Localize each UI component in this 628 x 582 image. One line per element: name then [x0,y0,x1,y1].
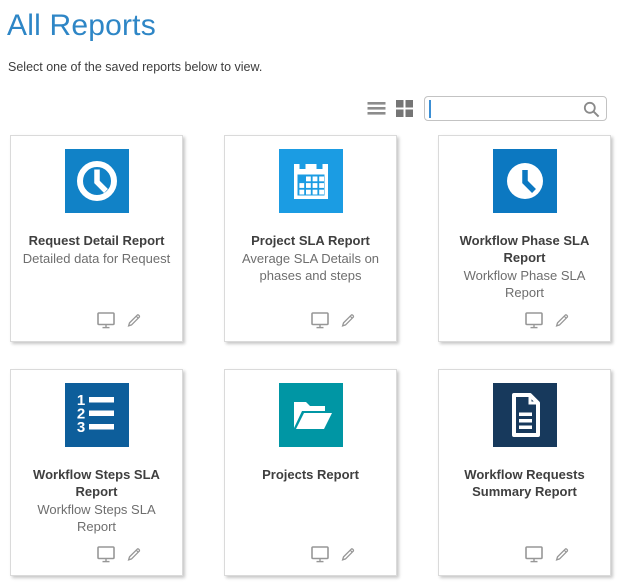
report-card[interactable]: Projects Report [224,369,397,576]
report-description: Workflow Steps SLA Report [19,501,174,535]
report-description: Workflow Phase SLA Report [447,267,602,301]
svg-text:3: 3 [76,419,84,436]
monitor-icon[interactable] [97,312,116,329]
report-title: Request Detail Report [21,232,172,249]
view-toggle [367,100,414,117]
card-actions [462,545,628,563]
card-actions [248,545,419,563]
search-input[interactable] [432,98,582,119]
toolbar [367,95,607,121]
document-icon[interactable] [493,383,557,447]
card-actions [462,311,628,329]
pencil-icon[interactable] [553,311,571,329]
report-title: Project SLA Report [235,232,386,249]
text-cursor [429,100,431,118]
report-description: Average SLA Details on phases and steps [233,250,388,284]
report-title: Workflow Steps SLA Report [21,466,172,500]
monitor-icon[interactable] [97,546,116,563]
calendar-icon[interactable] [279,149,343,213]
page-subtitle: Select one of the saved reports below to… [8,60,628,74]
card-actions [248,311,419,329]
report-card[interactable]: Request Detail ReportDetailed data for R… [10,135,183,342]
clock-solid-icon[interactable] [493,149,557,213]
report-title: Projects Report [235,466,386,483]
report-card[interactable]: Workflow Requests Summary Report [438,369,611,576]
report-card[interactable]: Project SLA ReportAverage SLA Details on… [224,135,397,342]
clock-outline-icon[interactable] [65,149,129,213]
report-cards-grid: Request Detail ReportDetailed data for R… [10,135,611,576]
magnifier-icon[interactable] [583,101,600,123]
report-description: Detailed data for Request [19,250,174,267]
monitor-icon[interactable] [311,546,330,563]
grid-view-icon[interactable] [396,100,414,117]
monitor-icon[interactable] [525,546,544,563]
pencil-icon[interactable] [125,311,143,329]
pencil-icon[interactable] [553,545,571,563]
monitor-icon[interactable] [525,312,544,329]
card-actions [34,545,205,563]
report-title: Workflow Requests Summary Report [449,466,600,500]
search-box [424,96,607,121]
report-card[interactable]: 123 Workflow Steps SLA ReportWorkflow Ste… [10,369,183,576]
pencil-icon[interactable] [339,545,357,563]
pencil-icon[interactable] [339,311,357,329]
numbered-list-icon[interactable]: 123 [65,383,129,447]
card-actions [34,311,205,329]
report-card[interactable]: Workflow Phase SLA ReportWorkflow Phase … [438,135,611,342]
folder-open-icon[interactable] [279,383,343,447]
page-title: All Reports [7,9,628,43]
all-reports-page: All Reports Select one of the saved repo… [0,9,628,582]
report-title: Workflow Phase SLA Report [449,232,600,266]
list-view-icon[interactable] [367,101,386,116]
pencil-icon[interactable] [125,545,143,563]
monitor-icon[interactable] [311,312,330,329]
